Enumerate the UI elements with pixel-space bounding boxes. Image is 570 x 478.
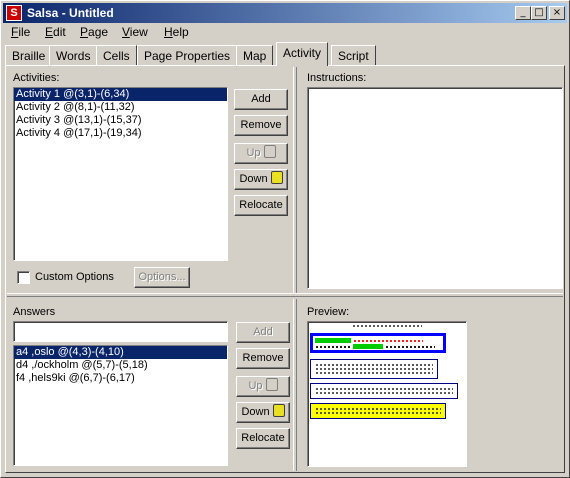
preview-dots	[315, 363, 433, 375]
menu-edit[interactable]: Edit	[45, 25, 66, 39]
preview-dots-red	[353, 339, 423, 343]
activity-list-item[interactable]: Activity 1 @(3,1)-(6,34)	[14, 88, 227, 101]
tab-activity[interactable]: Activity	[276, 42, 329, 66]
preview-dots	[315, 345, 351, 349]
answers-label: Answers	[13, 306, 56, 318]
answer-add-button[interactable]: Add	[236, 322, 290, 343]
hand-up-icon	[263, 145, 276, 158]
preview-dots	[315, 387, 453, 395]
horizontal-splitter[interactable]	[7, 293, 563, 297]
preview-activity-1	[310, 333, 446, 353]
hand-down-icon	[270, 171, 283, 184]
tab-strip: Braille Words Cells Page Properties Map …	[5, 42, 565, 66]
title-bar[interactable]: S Salsa - Untitled _ □ ×	[3, 3, 567, 23]
tab-page-properties[interactable]: Page Properties	[137, 45, 238, 66]
activity-up-button[interactable]: Up	[234, 143, 288, 164]
answer-list-item[interactable]: a4 ,oslo @(4,3)-(4,10)	[14, 346, 227, 359]
instructions-label: Instructions:	[307, 72, 367, 84]
activity-remove-button[interactable]: Remove	[234, 115, 288, 136]
preview-highlight-green	[315, 338, 351, 343]
answer-relocate-button[interactable]: Relocate	[236, 428, 290, 449]
menu-file[interactable]: File	[11, 25, 30, 39]
menu-help[interactable]: Help	[164, 25, 189, 39]
answer-list-item[interactable]: d4 ,/ockholm @(5,7)-(5,18)	[14, 359, 227, 372]
answer-down-button[interactable]: Down	[236, 402, 290, 423]
tab-braille[interactable]: Braille	[5, 45, 53, 66]
preview-label: Preview:	[307, 306, 350, 318]
answer-list-item[interactable]: f4 ,hels9ki @(6,7)-(6,17)	[14, 372, 227, 385]
salsa-app-icon: S	[6, 5, 22, 21]
activity-add-button[interactable]: Add	[234, 89, 288, 110]
hand-down-icon	[272, 404, 285, 417]
vertical-splitter-bottom[interactable]	[293, 299, 297, 471]
tab-script[interactable]: Script	[331, 45, 376, 66]
custom-options-label: Custom Options	[35, 271, 114, 283]
close-button[interactable]: ×	[549, 6, 565, 20]
activity-down-button[interactable]: Down	[234, 169, 288, 190]
maximize-button[interactable]: □	[531, 6, 547, 20]
options-button[interactable]: Options...	[134, 267, 190, 288]
activity-list-item[interactable]: Activity 2 @(8,1)-(11,32)	[14, 101, 227, 114]
menu-page[interactable]: Page	[80, 25, 108, 39]
activity-list-item[interactable]: Activity 3 @(13,1)-(15,37)	[14, 114, 227, 127]
instructions-text-area[interactable]	[307, 87, 563, 289]
answer-up-button[interactable]: Up	[236, 376, 290, 397]
tab-words[interactable]: Words	[49, 45, 98, 66]
tab-map[interactable]: Map	[236, 45, 274, 66]
activity-list-item[interactable]: Activity 4 @(17,1)-(19,34)	[14, 127, 227, 140]
activities-label: Activities:	[13, 72, 60, 84]
preview-dots	[385, 345, 435, 349]
preview-activity-3	[310, 383, 458, 399]
preview-activity-2	[310, 359, 438, 379]
answer-remove-button[interactable]: Remove	[236, 348, 290, 369]
activities-list[interactable]: Activity 1 @(3,1)-(6,34) Activity 2 @(8,…	[13, 87, 228, 261]
preview-title-dots	[352, 324, 422, 328]
minimize-button[interactable]: _	[515, 6, 531, 20]
tab-cells[interactable]: Cells	[96, 45, 137, 66]
preview-dots	[315, 407, 441, 415]
preview-pane	[307, 321, 467, 467]
activity-relocate-button[interactable]: Relocate	[234, 195, 288, 216]
menu-view[interactable]: View	[122, 25, 148, 39]
menu-bar: File Edit Page View Help	[3, 24, 567, 42]
hand-up-icon	[265, 378, 278, 391]
preview-highlight-green-2	[353, 344, 383, 349]
answer-input[interactable]	[13, 321, 228, 342]
window-title: Salsa - Untitled	[27, 6, 114, 20]
vertical-splitter-top[interactable]	[293, 67, 297, 293]
preview-activity-4	[310, 403, 446, 419]
main-window: S Salsa - Untitled _ □ × File Edit Page …	[0, 0, 570, 478]
answers-list[interactable]: a4 ,oslo @(4,3)-(4,10) d4 ,/ockholm @(5,…	[13, 345, 228, 466]
custom-options-checkbox[interactable]	[17, 271, 30, 284]
